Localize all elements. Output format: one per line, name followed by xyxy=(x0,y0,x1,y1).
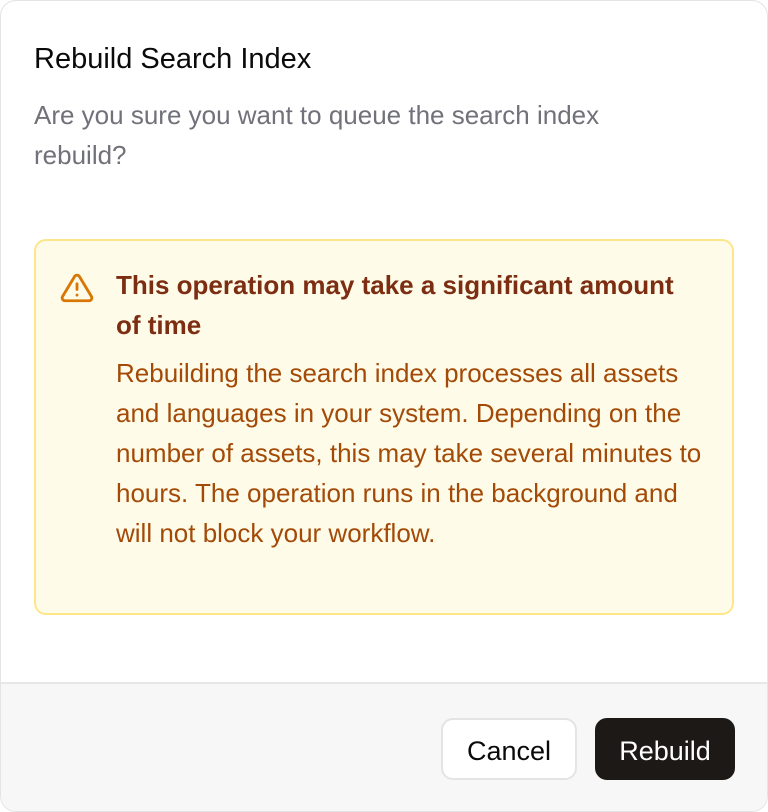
rebuild-index-dialog: Rebuild Search Index Are you sure you wa… xyxy=(0,0,768,812)
dialog-footer: Cancel Rebuild xyxy=(1,682,767,811)
rebuild-button[interactable]: Rebuild xyxy=(595,718,735,780)
warning-alert: This operation may take a significant am… xyxy=(34,239,734,615)
warning-triangle-icon xyxy=(60,271,94,305)
dialog-title: Rebuild Search Index xyxy=(34,43,312,75)
alert-body: Rebuilding the search index processes al… xyxy=(116,358,702,548)
dialog-description: Are you sure you want to queue the searc… xyxy=(34,100,600,170)
alert-title: This operation may take a significant am… xyxy=(116,270,674,340)
cancel-button[interactable]: Cancel xyxy=(441,718,577,780)
